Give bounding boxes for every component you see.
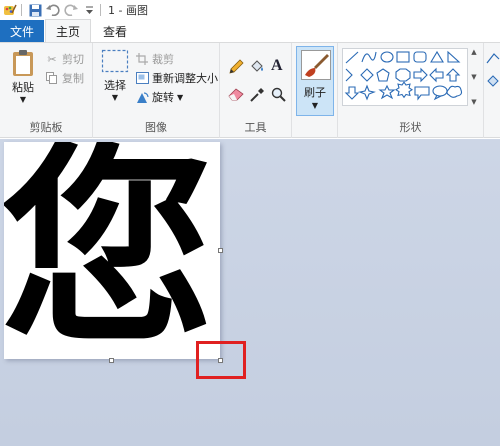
ribbon-tabs: 文件 主页 查看 xyxy=(0,19,500,42)
separator xyxy=(100,4,101,16)
clipboard-icon xyxy=(13,50,33,76)
clipboard-group: 粘贴 ▼ ✂ 剪切 复制 剪贴板 xyxy=(0,43,93,138)
copy-button[interactable]: 复制 xyxy=(45,70,84,86)
tab-view[interactable]: 查看 xyxy=(93,20,137,42)
image-group-label: 图像 xyxy=(145,121,167,134)
shapes-gallery[interactable] xyxy=(342,48,468,106)
shapes-group: ▲ ▼ ▼ 形状 xyxy=(338,43,484,138)
pencil-icon[interactable] xyxy=(228,59,244,78)
scroll-down-icon[interactable]: ▼ xyxy=(471,73,476,81)
select-icon xyxy=(101,49,129,73)
ribbon: 粘贴 ▼ ✂ 剪切 复制 剪贴板 选择 ▼ 裁剪 重新调整大小 旋转 ▼ 图像 … xyxy=(0,42,500,138)
canvas-workspace[interactable]: 您 xyxy=(0,139,500,446)
tools-group: A 工具 xyxy=(220,43,292,138)
tools-group-label: 工具 xyxy=(244,121,267,134)
rotate-button[interactable]: 旋转 ▼ xyxy=(135,89,183,105)
canvas-resize-handle-right[interactable] xyxy=(218,248,223,253)
select-button[interactable]: 选择 ▼ xyxy=(97,49,133,102)
scroll-up-icon[interactable]: ▲ xyxy=(471,48,476,56)
magnifier-icon[interactable] xyxy=(271,87,287,106)
rotate-label: 旋转 xyxy=(152,91,174,104)
cut-label: 剪切 xyxy=(62,53,84,66)
scissors-icon: ✂ xyxy=(47,52,57,66)
brushes-group: 刷子 ▼ xyxy=(292,43,338,138)
paint-app-icon[interactable] xyxy=(2,2,18,18)
paste-button[interactable]: 粘贴 ▼ xyxy=(8,49,38,104)
outline-icon[interactable] xyxy=(486,51,500,68)
customize-quick-access-icon[interactable] xyxy=(81,2,97,18)
color-picker-icon[interactable] xyxy=(249,87,265,106)
chevron-down-icon: ▼ xyxy=(177,92,184,102)
rotate-icon xyxy=(135,90,149,104)
fill-bucket-icon[interactable] xyxy=(249,59,265,78)
brushes-label: 刷子 xyxy=(304,86,326,99)
crop-label: 裁剪 xyxy=(152,53,174,66)
shapes-group-label: 形状 xyxy=(399,121,422,134)
drawing-canvas[interactable]: 您 xyxy=(4,142,220,359)
save-icon[interactable] xyxy=(27,2,43,18)
title-bar: 1 - 画图 xyxy=(0,0,500,20)
brush-icon xyxy=(301,50,331,80)
cut-button[interactable]: ✂ 剪切 xyxy=(45,51,84,67)
corner-handle-highlight xyxy=(196,341,246,379)
canvas-resize-handle-bottom[interactable] xyxy=(109,358,114,363)
image-group: 选择 ▼ 裁剪 重新调整大小 旋转 ▼ 图像 xyxy=(93,43,220,138)
crop-button[interactable]: 裁剪 xyxy=(135,51,174,67)
fill-icon[interactable] xyxy=(486,73,500,90)
expand-gallery-icon[interactable]: ▼ xyxy=(471,98,476,106)
shape-outline-group xyxy=(484,43,500,138)
eraser-icon[interactable] xyxy=(228,87,244,104)
shapes-grid xyxy=(344,50,463,101)
resize-icon xyxy=(135,71,149,85)
resize-button[interactable]: 重新调整大小 xyxy=(135,70,218,86)
undo-icon[interactable] xyxy=(45,2,61,18)
brushes-button[interactable]: 刷子 ▼ xyxy=(296,46,334,116)
tab-file[interactable]: 文件 xyxy=(0,20,44,42)
select-label: 选择 xyxy=(104,79,126,92)
paste-label: 粘贴 xyxy=(12,81,34,94)
resize-label: 重新调整大小 xyxy=(152,72,218,85)
canvas-character: 您 xyxy=(4,142,214,359)
chevron-down-icon: ▼ xyxy=(311,101,319,110)
clipboard-group-label: 剪贴板 xyxy=(29,121,63,134)
separator xyxy=(21,4,22,16)
copy-label: 复制 xyxy=(62,72,84,85)
copy-icon xyxy=(45,71,59,85)
redo-icon[interactable] xyxy=(63,2,79,18)
chevron-down-icon: ▼ xyxy=(19,95,27,104)
text-icon[interactable]: A xyxy=(271,57,283,75)
tab-home[interactable]: 主页 xyxy=(45,19,92,42)
shapes-scrollbar[interactable]: ▲ ▼ ▼ xyxy=(469,48,479,106)
crop-icon xyxy=(135,52,149,66)
window-title: 1 - 画图 xyxy=(108,4,148,17)
chevron-down-icon: ▼ xyxy=(111,93,119,102)
